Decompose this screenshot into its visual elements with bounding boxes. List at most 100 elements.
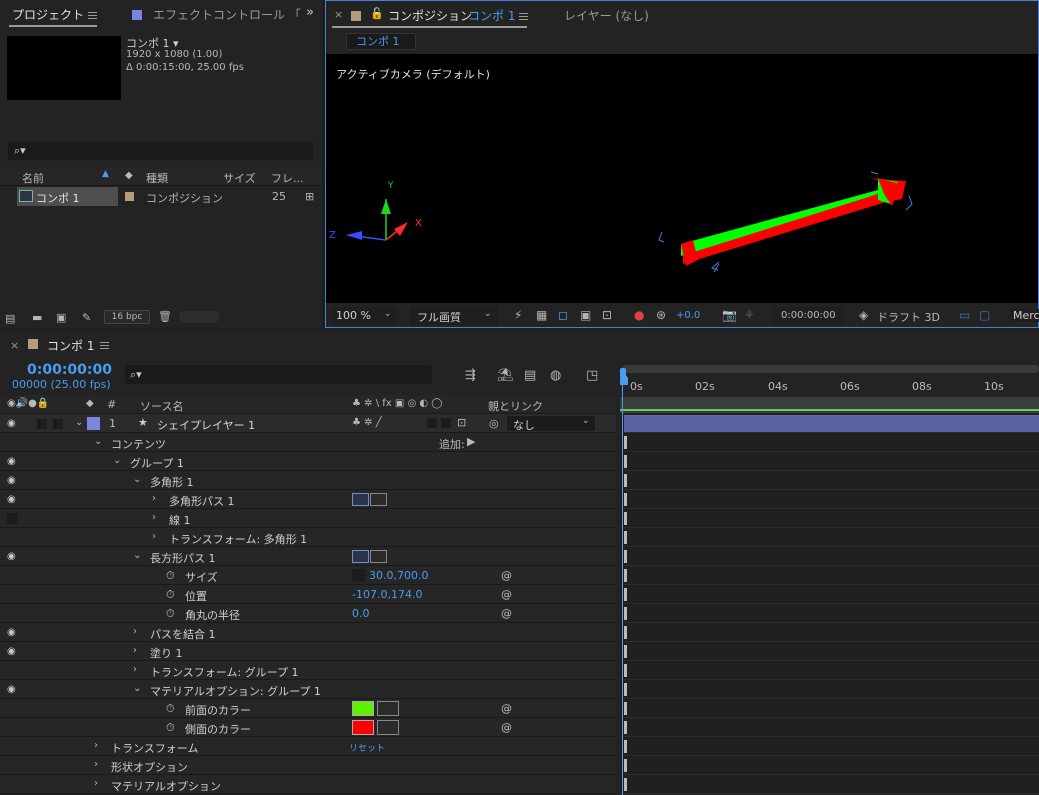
col-parent-link[interactable]: 親とリンク [488,398,543,414]
timeline-menu-icon[interactable] [100,342,109,349]
chevron-right-icon[interactable]: › [133,664,137,675]
chevron-down-icon[interactable]: ⌄ [113,455,121,466]
timeline-timecode[interactable]: 0:00:00:00 [27,362,112,378]
property-row[interactable]: ⏱ 角丸の半径 0.0 @ [0,604,616,623]
path-button-icon[interactable] [352,550,369,563]
chevron-down-icon[interactable]: ⌄ [133,550,141,561]
region-of-interest-icon[interactable]: ▣ [580,309,591,321]
arrow-shape-3d[interactable] [681,176,906,266]
solo-switch[interactable] [37,419,47,429]
col-type[interactable]: 種類 [146,170,168,186]
property-row[interactable]: ⏱ 位置 -107.0,174.0 @ [0,585,616,604]
chevron-right-icon[interactable]: › [152,493,156,504]
property-row[interactable]: › 線 1 [0,509,616,528]
axis-gizmo[interactable] [346,199,408,241]
eye-icon[interactable]: ◉ [7,494,16,505]
y-axis-arrow[interactable] [381,199,391,214]
hide-shy-icon[interactable]: ▤ [524,369,536,382]
eye-icon[interactable]: ◉ [7,551,16,562]
parent-dropdown[interactable]: なし ⌄ [507,416,595,432]
property-value[interactable]: -107.0,174.0 [352,588,422,601]
tab-composition[interactable]: コンポジション [388,7,472,24]
stopwatch-icon[interactable]: ⏱ [166,721,175,735]
renderer-label[interactable]: Mercu [1010,309,1039,322]
color-swatch[interactable] [352,701,374,716]
property-row[interactable]: ◉ ⌄ マテリアルオプション: グループ 1 [0,680,616,699]
color-swatch[interactable] [352,720,374,735]
tab-timeline-comp[interactable]: コンポ 1 [47,337,94,354]
draft-3d-label[interactable]: ドラフト 3D [877,309,940,325]
property-row[interactable]: › 形状オプション [0,756,616,775]
chevron-down-icon[interactable]: ⌄ [75,417,83,428]
frame-blend-icon[interactable]: ◍ [550,369,561,382]
tab-project[interactable]: プロジェクト [12,6,84,23]
eye-icon[interactable]: ◉ [7,475,16,486]
comp-menu-icon[interactable] [519,13,528,20]
grid-guides-icon[interactable]: ⊡ [602,309,612,321]
path-direction-icon[interactable] [370,493,387,506]
expression-pickwhip-icon[interactable]: @ [501,569,512,582]
comp-viewer[interactable]: アクティブカメラ (デフォルト) Y X Z [326,54,1038,303]
expression-pickwhip-icon[interactable]: @ [501,702,512,715]
close-icon[interactable]: × [10,339,19,352]
col-source-name[interactable]: ソース名 [140,398,183,414]
flowchart-icon[interactable]: ⊞ [305,190,314,203]
chevron-right-icon[interactable]: › [133,626,137,637]
property-row[interactable]: ◉ › 多角形パス 1 [0,490,616,509]
eyedropper-icon[interactable] [377,720,399,735]
adjust-icon[interactable]: ✎ [82,312,91,323]
extended-viewer-icon[interactable]: ▭ [959,309,970,321]
eyedropper-icon[interactable] [377,701,399,716]
layer-name[interactable]: シェイプレイヤー 1 [157,417,255,433]
layer-switch-box[interactable] [441,418,451,428]
property-row[interactable]: › マテリアルオプション [0,775,616,794]
eye-icon[interactable]: ◉ [7,646,16,657]
expression-pickwhip-icon[interactable]: @ [501,721,512,734]
new-comp-icon[interactable]: ▣ [56,312,66,323]
time-marker-handle[interactable] [620,368,626,378]
chevron-right-icon[interactable]: › [94,759,98,770]
expression-pickwhip-icon[interactable]: @ [501,607,512,620]
property-row[interactable]: ◉ ⌄ 多角形 1 [0,471,616,490]
path-direction-icon[interactable] [370,550,387,563]
transparency-grid-icon[interactable]: ▦ [536,309,547,321]
expression-pickwhip-icon[interactable]: @ [501,588,512,601]
item-label-swatch[interactable] [125,192,134,201]
thumbnail-slider[interactable] [179,311,219,323]
comp-mini-flowchart-icon[interactable]: ⇶ [465,369,476,382]
timeline-search-input[interactable]: ⌕▾ [125,365,432,384]
chevron-right-icon[interactable]: › [94,740,98,751]
close-icon[interactable]: × [334,8,343,21]
layer-row[interactable]: ◉ ⌄ 1 ★ シェイプレイヤー 1 ♣ ✲ ╱ ⊡ ◎ なし ⌄ [0,414,616,433]
property-row[interactable]: ⏱ 前面のカラー @ [0,699,616,718]
draft-3d-toggle-icon[interactable]: ⛱ [497,369,514,382]
property-row[interactable]: ◉ ⌄ グループ 1 [0,452,616,471]
eye-icon[interactable]: ◉ [7,627,16,638]
property-value[interactable]: 0.0 [352,607,370,620]
property-row[interactable]: ◉ › パスを結合 1 [0,623,616,642]
render-settings-icon[interactable]: ▢ [979,309,990,321]
stopwatch-icon[interactable]: ⏱ [166,588,175,602]
bit-depth-button[interactable]: 16 bpc [104,310,150,324]
property-row[interactable]: ⌄ コンテンツ 追加: ▶ [0,433,616,452]
3d-layer-icon[interactable]: ⊡ [457,416,466,429]
channel-icon[interactable]: ● [634,309,644,321]
new-folder-icon[interactable]: ▬ [32,312,42,323]
quality-dropdown[interactable]: フル画質 ⌄ [410,307,498,325]
lock-icon[interactable]: 🔓 [370,7,384,20]
reset-link[interactable]: リセット [349,741,385,754]
property-row[interactable]: › トランスフォーム: グループ 1 [0,661,616,680]
snapshot-icon[interactable]: 📷 [722,309,737,321]
layer-switches[interactable]: ♣ ✲ ╱ [352,417,382,428]
chevron-down-icon[interactable]: ⌄ [133,474,141,485]
tab-layer[interactable]: レイヤー (なし) [564,7,649,24]
stopwatch-icon[interactable]: ⏱ [166,702,175,716]
add-label[interactable]: 追加: [439,436,465,452]
layer-label-swatch[interactable] [87,417,100,430]
trash-icon[interactable]: 🗑 [158,311,172,322]
chevron-down-icon[interactable]: ⌄ [133,683,141,694]
exposure-value[interactable]: +0.0 [676,310,700,321]
chevron-right-icon[interactable]: › [152,531,156,542]
zoom-navigator[interactable] [622,365,1039,373]
stopwatch-icon[interactable]: ⏱ [166,607,175,621]
